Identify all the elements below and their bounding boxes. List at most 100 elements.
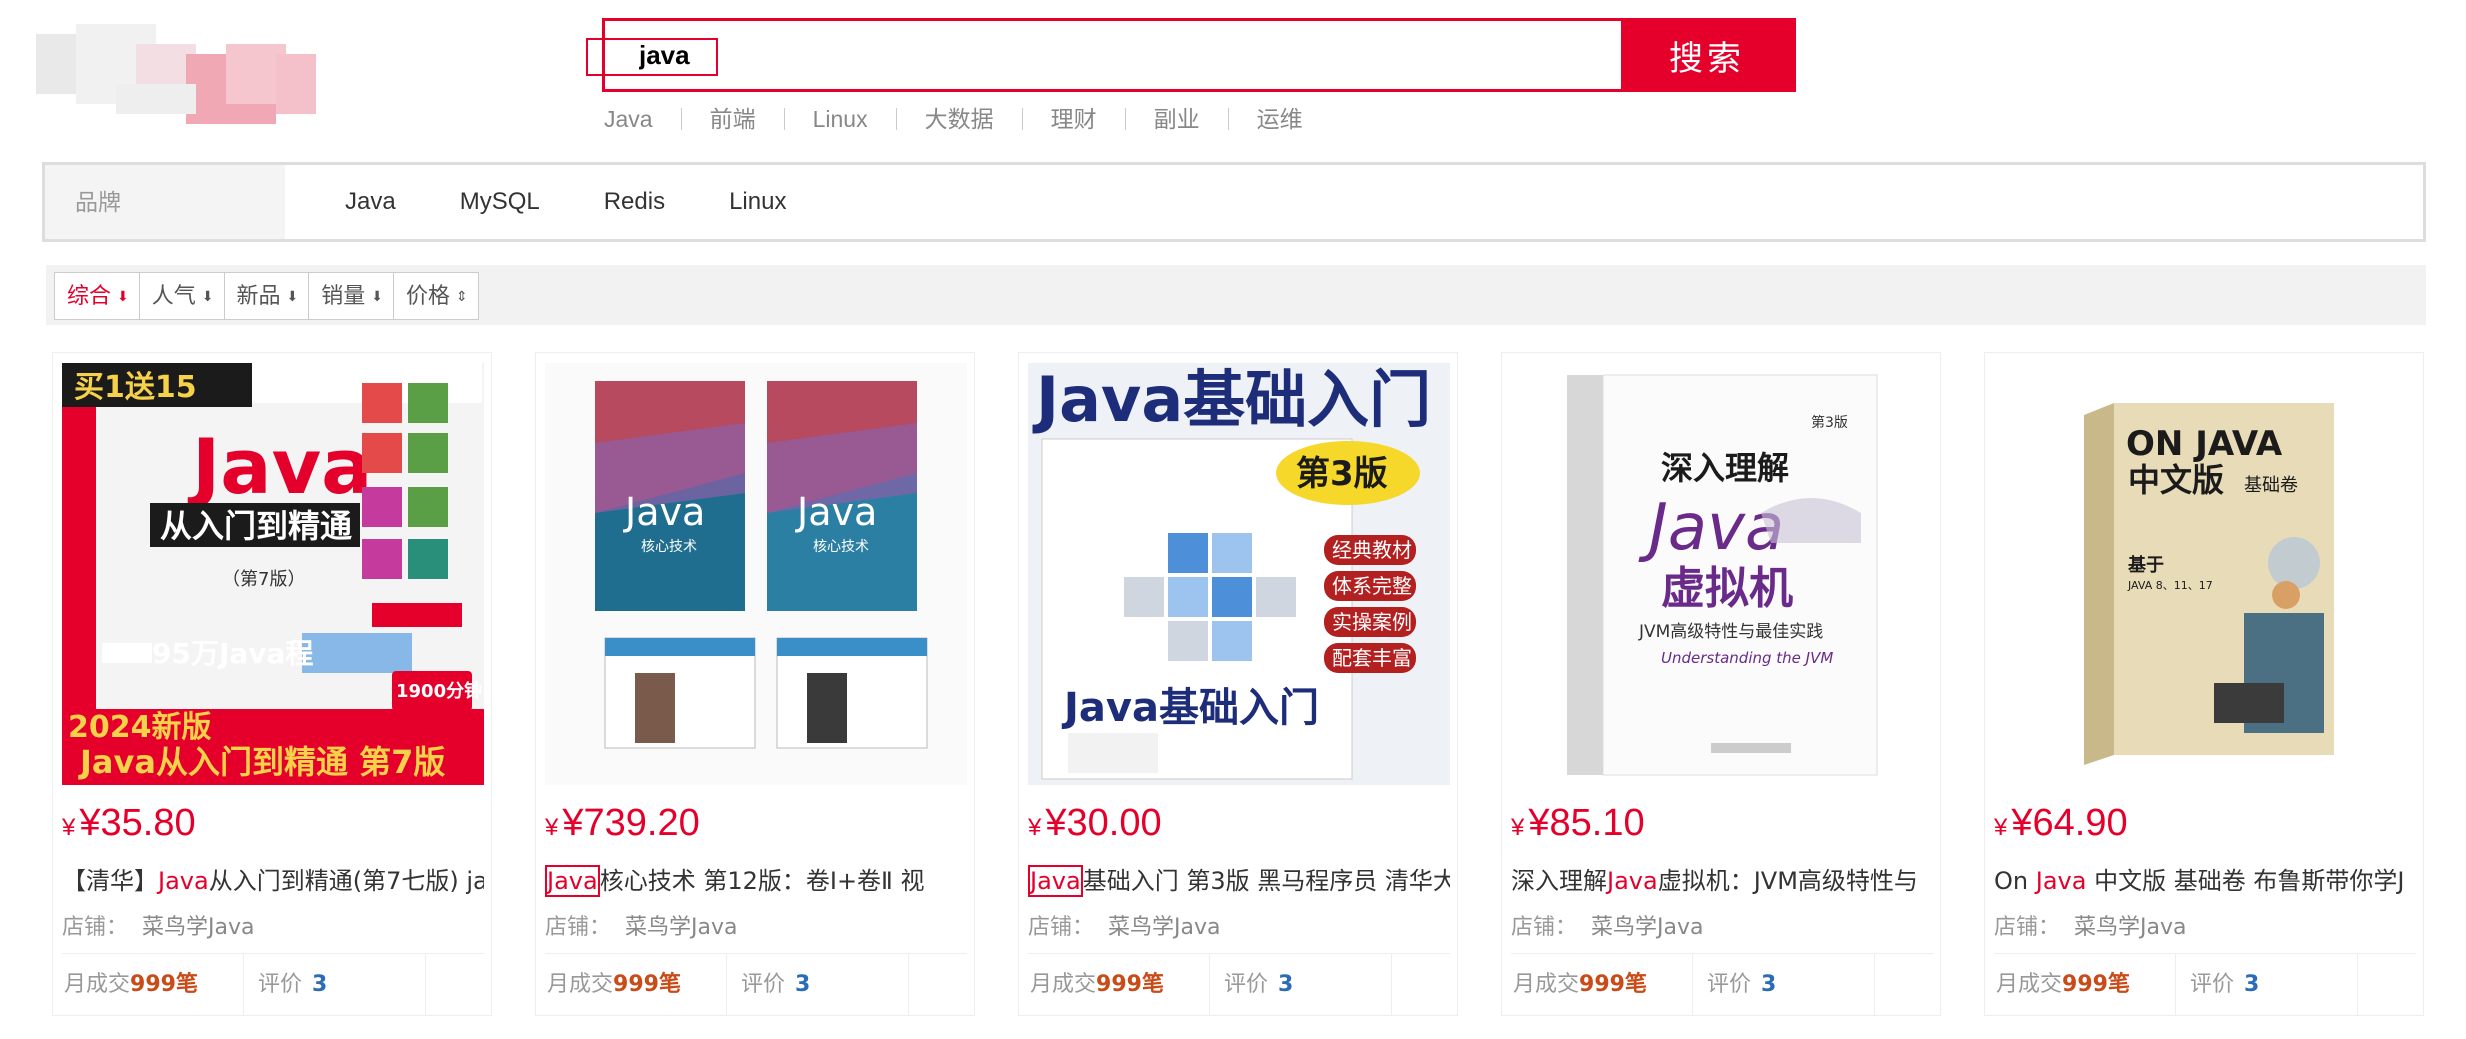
cover-tag-1: 经典教材 <box>1332 538 1412 562</box>
product-price: ¥ ¥30.00 <box>1028 797 1162 849</box>
site-logo[interactable] <box>36 24 326 124</box>
rating-label: 评价 <box>1707 972 1752 997</box>
brand-filter-item[interactable]: Linux <box>729 188 786 216</box>
hot-word-link[interactable]: Linux <box>783 108 896 131</box>
title-prefix: On <box>1994 867 2036 895</box>
hot-word-link[interactable]: Java <box>602 108 681 131</box>
rating[interactable]: 评价 3 <box>2176 954 2358 1016</box>
price-value: ¥64.90 <box>2011 802 2128 844</box>
hot-word-link[interactable]: 前端 <box>680 108 784 131</box>
rating-value: 3 <box>312 972 328 997</box>
product-card[interactable]: Java 核心技术 Java 核心技术 ¥ ¥739.20 Java核心技术 第1… <box>535 352 975 1016</box>
product-stats: 月成交999笔 评价 3 <box>1028 953 1450 1016</box>
hot-word-link[interactable]: 副业 <box>1124 108 1228 131</box>
product-image[interactable]: ON JAVA 中文版 基础卷 基于 JAVA 8、11、17 <box>1994 363 2416 785</box>
rating[interactable]: 评价 3 <box>727 954 909 1016</box>
sales-label: 月成交 <box>1030 972 1097 997</box>
sort-option[interactable]: 新品 ⬇ <box>223 273 309 319</box>
cover-title-text: ON JAVA <box>2126 424 2283 464</box>
rating[interactable]: 评价 3 <box>1210 954 1392 1016</box>
cover-en-text: Understanding the JVM <box>1661 649 1833 667</box>
rating[interactable]: 评价 3 <box>244 954 426 1016</box>
sort-option[interactable]: 价格 ⇕ <box>393 273 478 319</box>
shop-name[interactable]: 菜鸟学Java <box>1591 915 1703 940</box>
sort-option[interactable]: 综合 ⬇ <box>55 273 139 319</box>
product-card[interactable]: ON JAVA 中文版 基础卷 基于 JAVA 8、11、17 ¥ ¥64.90 … <box>1984 352 2424 1016</box>
sales-value: 999笔 <box>1579 972 1647 997</box>
product-shop: 店铺： 菜鸟学Java <box>1028 909 1221 941</box>
product-card[interactable]: 买1送15 Java 从入门到精通 （第7版） 95万Java程 1900分钟 … <box>52 352 492 1016</box>
rating[interactable]: 评价 3 <box>1693 954 1875 1016</box>
cover-desc-text: JVM高级特性与最佳实践 <box>1638 622 1823 642</box>
cover-tag-2: 体系完整 <box>1332 574 1412 598</box>
title-highlight: Java <box>1028 865 1083 897</box>
sort-option-label: 销量 <box>321 283 366 308</box>
brand-filter: 品牌 Java MySQL Redis Linux <box>42 162 2426 242</box>
sort-options: 综合 ⬇ 人气 ⬇ 新品 ⬇ 销量 ⬇ 价格 ⇕ <box>54 272 479 320</box>
product-title[interactable]: On Java 中文版 基础卷 布鲁斯带你学J <box>1994 863 2416 899</box>
product-image[interactable]: Java 核心技术 Java 核心技术 <box>545 363 967 785</box>
brand-filter-item[interactable]: Java <box>345 188 396 216</box>
shop-label: 店铺： <box>545 915 612 940</box>
product-title[interactable]: Java核心技术 第12版：卷Ⅰ+卷Ⅱ 视 <box>545 863 967 899</box>
shop-name[interactable]: 菜鸟学Java <box>1108 915 1220 940</box>
brand-filter-label: 品牌 <box>45 165 285 239</box>
sort-option[interactable]: 销量 ⬇ <box>308 273 393 319</box>
price-symbol: ¥ <box>1994 814 2008 841</box>
product-title[interactable]: 深入理解Java虚拟机：JVM高级特性与 <box>1511 863 1933 899</box>
brand-filter-item[interactable]: Redis <box>604 188 665 216</box>
cover-title-text-2: Java <box>795 490 877 534</box>
sort-bar: 综合 ⬇ 人气 ⬇ 新品 ⬇ 销量 ⬇ 价格 ⇕ <box>46 265 2426 325</box>
cover-title-text: Java基础入门 <box>1061 685 1319 731</box>
cover-subtitle-text: 从入门到精通 <box>160 507 352 545</box>
sort-option[interactable]: 人气 ⬇ <box>138 273 224 319</box>
stat-extra <box>1392 954 1450 1016</box>
rating-value: 3 <box>1761 972 1777 997</box>
product-image[interactable]: Java基础入门 第3版 经典教材 体系完整 实操案例 配套丰富 Java基础入… <box>1028 363 1450 785</box>
product-stats: 月成交999笔 评价 3 <box>1511 953 1933 1016</box>
rating-label: 评价 <box>2190 972 2235 997</box>
shop-label: 店铺： <box>62 915 129 940</box>
price-symbol: ¥ <box>1028 814 1042 841</box>
hot-word-link[interactable]: 大数据 <box>895 108 1022 131</box>
title-highlight: Java <box>2035 867 2087 895</box>
sales-value: 999笔 <box>613 972 681 997</box>
cover-video-text: 1900分钟 <box>396 680 482 702</box>
title-suffix: 从入门到精通(第7七版) ja <box>208 867 484 895</box>
rating-value: 3 <box>795 972 811 997</box>
stat-extra <box>2358 954 2416 1016</box>
cover-tag-4: 配套丰富 <box>1332 646 1412 670</box>
rating-label: 评价 <box>1224 972 1269 997</box>
title-highlight: Java <box>545 865 600 897</box>
cover-title-text: Java <box>1638 491 1784 565</box>
cover-subtitle-text-2: 核心技术 <box>813 539 869 555</box>
shop-name[interactable]: 菜鸟学Java <box>2074 915 2186 940</box>
hot-word-link[interactable]: 运维 <box>1227 108 1331 131</box>
shop-name[interactable]: 菜鸟学Java <box>625 915 737 940</box>
product-card[interactable]: Java基础入门 第3版 经典教材 体系完整 实操案例 配套丰富 Java基础入… <box>1018 352 1458 1016</box>
sales-value: 999笔 <box>2062 972 2130 997</box>
sort-option-label: 价格 <box>406 283 451 308</box>
sort-updown-icon: ⇕ <box>456 288 468 304</box>
cover-tag-text: 基础卷 <box>2244 475 2298 496</box>
cover-edition-text: （第7版） <box>222 569 305 590</box>
product-title[interactable]: 【清华】Java从入门到精通(第7七版) ja <box>62 863 484 899</box>
search-button[interactable]: 搜索 <box>1621 21 1793 89</box>
stat-extra <box>426 954 484 1016</box>
price-value: ¥85.10 <box>1528 802 1645 844</box>
product-image[interactable]: 买1送15 Java 从入门到精通 （第7版） 95万Java程 1900分钟 … <box>62 363 484 785</box>
cover-subtitle-text: 虚拟机 <box>1661 563 1793 614</box>
product-price: ¥ ¥64.90 <box>1994 797 2128 849</box>
monthly-sales: 月成交999笔 <box>1028 954 1210 1016</box>
product-title[interactable]: Java基础入门 第3版 黑马程序员 清华大 <box>1028 863 1450 899</box>
brand-filter-item[interactable]: MySQL <box>460 188 540 216</box>
sales-label: 月成交 <box>64 972 131 997</box>
search-input[interactable] <box>605 21 1621 89</box>
product-card[interactable]: 第3版 深入理解 Java 虚拟机 JVM高级特性与最佳实践 Understan… <box>1501 352 1941 1016</box>
product-image[interactable]: 第3版 深入理解 Java 虚拟机 JVM高级特性与最佳实践 Understan… <box>1511 363 1933 785</box>
shop-name[interactable]: 菜鸟学Java <box>142 915 254 940</box>
shop-label: 店铺： <box>1994 915 2061 940</box>
price-value: ¥30.00 <box>1045 802 1162 844</box>
sales-label: 月成交 <box>547 972 614 997</box>
hot-word-link[interactable]: 理财 <box>1021 108 1125 131</box>
